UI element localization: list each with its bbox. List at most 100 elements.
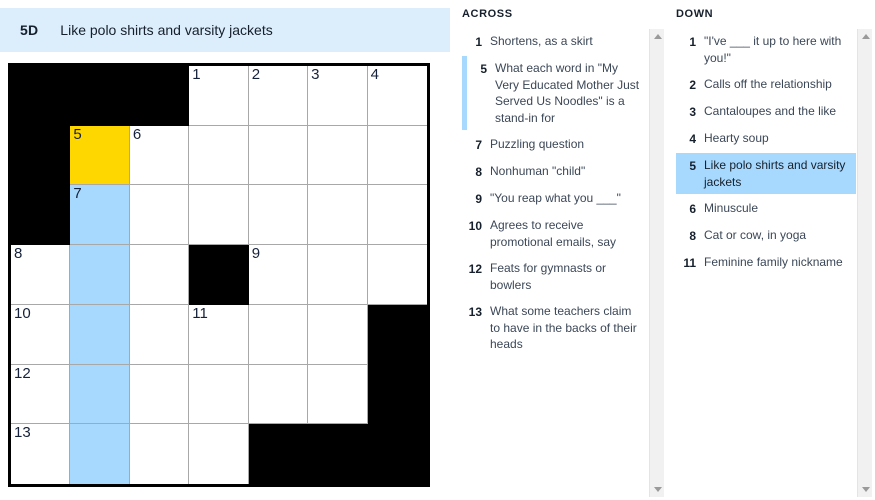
grid-cell[interactable]	[70, 364, 130, 425]
clue-number: 10	[468, 219, 482, 233]
clue-number: 6	[689, 202, 696, 216]
grid-cell[interactable]: 2	[248, 66, 309, 126]
grid-cell[interactable]	[367, 185, 427, 246]
clue-text: Shortens, as a skirt	[490, 34, 593, 48]
clue-item[interactable]: 2 Calls off the relationship	[676, 72, 856, 97]
clue-item[interactable]: 8 Cat or cow, in yoga	[676, 223, 856, 248]
crossword-grid[interactable]: 1 2 3 4 5 6 7 8 9 10 11 12 13	[11, 66, 427, 484]
clue-item[interactable]: 1 Shortens, as a skirt	[462, 29, 648, 54]
grid-cell[interactable]: 9	[248, 245, 309, 305]
grid-cell[interactable]	[129, 185, 190, 246]
down-scrollbar[interactable]	[857, 29, 872, 497]
clue-text: Nonhuman "child"	[490, 164, 586, 178]
clue-item[interactable]: 8 Nonhuman "child"	[462, 159, 648, 184]
down-scrollbar-thumb[interactable]	[859, 44, 872, 482]
grid-cell[interactable]: 5	[70, 125, 130, 186]
grid-cell[interactable]	[129, 364, 190, 425]
down-clue-list[interactable]: 1 "I've ___ it up to here with you!" 2 Call…	[676, 29, 872, 497]
clue-text: What some teachers claim to have in the …	[490, 304, 637, 351]
active-clue-number: 5D	[20, 22, 39, 38]
across-scrollbar[interactable]	[649, 29, 664, 497]
grid-cell[interactable]	[70, 424, 130, 484]
grid-cell[interactable]: 4	[367, 66, 427, 126]
clue-text: What each word in "My Very Educated Moth…	[495, 61, 640, 125]
clue-item[interactable]: 4 Hearty soup	[676, 126, 856, 151]
grid-cell[interactable]: 3	[308, 66, 368, 126]
grid-block-cell	[189, 245, 249, 305]
grid-cell[interactable]	[248, 125, 309, 186]
clue-item[interactable]: 10 Agrees to receive promotional emails, …	[462, 213, 648, 254]
grid-cell-number: 2	[251, 66, 261, 83]
clue-item[interactable]: 5 What each word in "My Very Educated Mot…	[462, 56, 648, 130]
clue-item[interactable]: 7 Puzzling question	[462, 132, 648, 157]
grid-block-cell	[367, 304, 427, 365]
grid-cell[interactable]	[248, 185, 309, 246]
grid-cell[interactable]: 12	[11, 364, 71, 425]
grid-cell[interactable]	[189, 125, 249, 186]
clue-text: "You reap what you ___"	[490, 191, 621, 205]
grid-block-cell	[308, 424, 368, 484]
down-scroll-down-arrow-icon[interactable]	[858, 482, 872, 497]
grid-cell-number: 4	[370, 66, 379, 83]
grid-cell[interactable]	[308, 304, 368, 365]
grid-cell[interactable]	[248, 304, 309, 365]
clue-number: 8	[689, 229, 696, 243]
clue-item[interactable]: 5 Like polo shirts and varsity jackets	[676, 153, 856, 194]
grid-cell[interactable]: 7	[70, 185, 130, 246]
grid-cell[interactable]: 6	[129, 125, 190, 186]
grid-cell[interactable]	[189, 364, 249, 425]
clue-number: 7	[475, 138, 482, 152]
clue-text: Calls off the relationship	[704, 77, 832, 91]
across-heading: ACROSS	[462, 8, 513, 20]
grid-block-cell	[11, 66, 71, 126]
clue-item[interactable]: 6 Minuscule	[676, 196, 856, 221]
grid-cell[interactable]	[129, 424, 190, 484]
clue-item[interactable]: 9 "You reap what you ___"	[462, 186, 648, 211]
grid-cell[interactable]	[129, 245, 190, 305]
clue-item[interactable]: 1 "I've ___ it up to here with you!"	[676, 29, 856, 70]
crossword-app: 5D Like polo shirts and varsity jackets …	[0, 0, 875, 500]
grid-cell[interactable]	[367, 245, 427, 305]
grid-cell[interactable]	[248, 364, 309, 425]
grid-cell[interactable]: 1	[189, 66, 249, 126]
down-scroll-up-arrow-icon[interactable]	[858, 29, 872, 44]
active-clue-banner[interactable]: 5D Like polo shirts and varsity jackets	[0, 8, 450, 52]
clue-item[interactable]: 11 Feminine family nickname	[676, 250, 856, 275]
grid-cell-number: 11	[192, 304, 208, 322]
across-scroll-up-arrow-icon[interactable]	[650, 29, 664, 44]
clue-text: Cantaloupes and the like	[704, 104, 837, 118]
clue-item[interactable]: 12 Feats for gymnasts or bowlers	[462, 256, 648, 297]
grid-cell[interactable]	[308, 364, 368, 425]
grid-cell[interactable]: 10	[11, 304, 71, 365]
grid-cell[interactable]: 11	[189, 304, 249, 365]
grid-cell-number: 3	[311, 66, 320, 83]
grid-cell[interactable]	[367, 125, 427, 186]
active-clue-text: Like polo shirts and varsity jackets	[60, 22, 273, 38]
grid-cell[interactable]	[129, 304, 190, 365]
grid-cell[interactable]	[189, 185, 249, 246]
down-heading: DOWN	[676, 8, 714, 20]
clue-item[interactable]: 3 Cantaloupes and the like	[676, 99, 856, 124]
grid-cell[interactable]	[70, 245, 130, 305]
grid-cell[interactable]: 13	[11, 424, 71, 484]
grid-cell-number: 6	[132, 125, 142, 143]
grid-cell[interactable]	[308, 125, 368, 186]
across-clue-list[interactable]: 1 Shortens, as a skirt 5 What each word in …	[462, 29, 664, 497]
crossword-grid-container[interactable]: 1 2 3 4 5 6 7 8 9 10 11 12 13	[8, 63, 430, 487]
grid-cell[interactable]	[308, 185, 368, 246]
clue-number: 8	[475, 165, 482, 179]
across-scrollbar-thumb[interactable]	[651, 44, 664, 482]
grid-cell[interactable]	[189, 424, 249, 484]
clue-text: Feminine family nickname	[704, 255, 843, 269]
clue-item[interactable]: 13 What some teachers claim to have in th…	[462, 299, 648, 357]
clue-text: Cat or cow, in yoga	[704, 228, 807, 242]
grid-cell[interactable]	[70, 304, 130, 365]
grid-cell[interactable]	[308, 245, 368, 305]
clue-number: 11	[683, 256, 696, 270]
clue-number: 1	[475, 35, 482, 49]
across-scroll-down-arrow-icon[interactable]	[650, 482, 664, 497]
clue-number: 1	[689, 35, 696, 49]
clue-number: 2	[689, 78, 696, 92]
grid-cell-number: 5	[73, 125, 82, 143]
grid-cell[interactable]: 8	[11, 245, 71, 305]
